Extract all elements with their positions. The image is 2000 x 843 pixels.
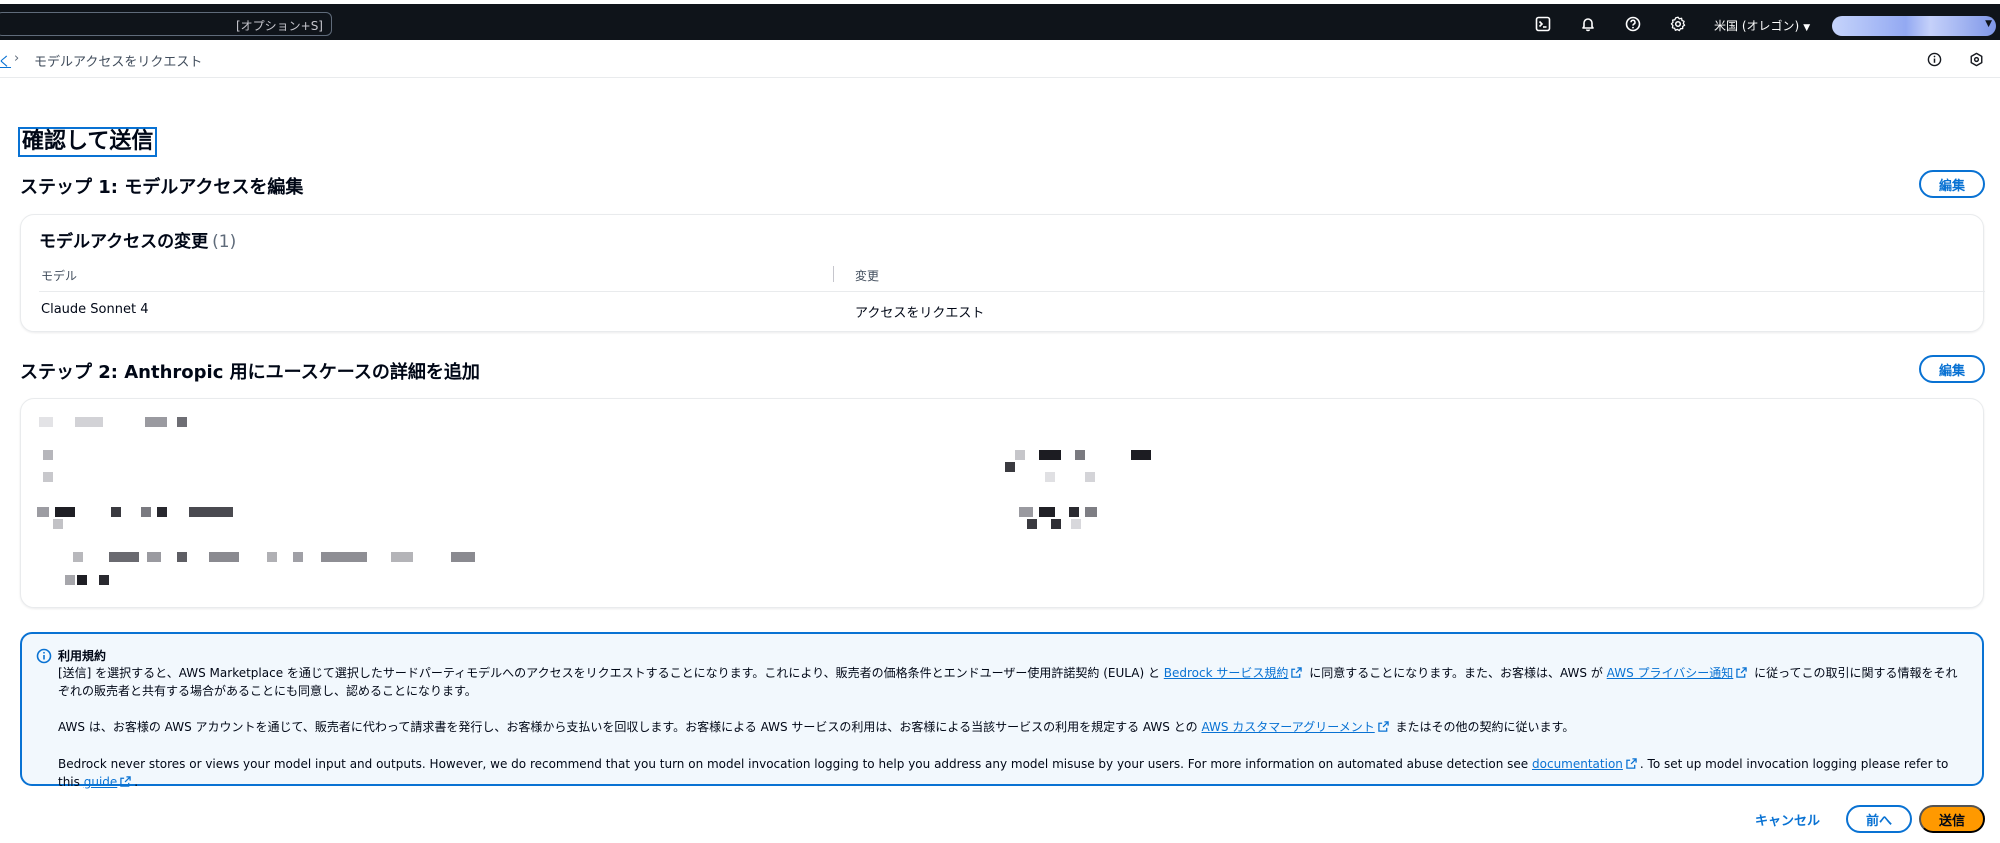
terms-p3-text-c: . — [134, 775, 139, 789]
gear-hexagon-icon[interactable] — [1966, 49, 1986, 69]
terms-paragraph-3: Bedrock never stores or views your model… — [58, 755, 1958, 791]
table-divider — [39, 291, 1985, 292]
terms-paragraph-1: [送信] を選択すると、AWS Marketplace を通じて選択したサードパ… — [58, 664, 1958, 700]
terms-p2-text-a: AWS は、お客様の AWS アカウントを通じて、販売者に代わって請求書を発行し… — [58, 720, 1202, 734]
table-cell-model: Claude Sonnet 4 — [41, 302, 149, 317]
terms-paragraph-2: AWS は、お客様の AWS アカウントを通じて、販売者に代わって請求書を発行し… — [58, 718, 1958, 736]
guide-link[interactable]: guide — [84, 775, 118, 789]
table-cell-change: アクセスをリクエスト — [855, 306, 985, 321]
terms-alert: 利用規約 [送信] を選択すると、AWS Marketplace を通じて選択し… — [20, 632, 1984, 789]
region-label: 米国 (オレゴン) — [1714, 19, 1800, 33]
breadcrumb-parent-link[interactable]: く — [0, 51, 11, 70]
search-input[interactable]: [オプション+S] — [0, 12, 332, 36]
card-count: (1) — [212, 232, 237, 252]
external-link-icon — [1736, 667, 1748, 678]
step1-title: ステップ 1: モデルアクセスを編集 — [20, 177, 304, 198]
terms-p1-text-b: に同意することになります。また、お客様は、AWS が — [1305, 666, 1607, 680]
bedrock-service-terms-link[interactable]: Bedrock サービス規約 — [1164, 666, 1289, 680]
submit-button[interactable]: 送信 — [1919, 805, 1985, 833]
external-link-icon — [1626, 758, 1637, 769]
use-case-details-card — [20, 398, 1984, 608]
documentation-link[interactable]: documentation — [1532, 757, 1623, 771]
redacted-content — [21, 399, 1985, 609]
aws-customer-agreement-link[interactable]: AWS カスタマーアグリーメント — [1201, 720, 1374, 734]
terms-p3-text-a: Bedrock never stores or views your model… — [58, 757, 1533, 771]
caret-down-icon: ▼ — [1985, 19, 1992, 29]
cancel-button[interactable]: キャンセル — [1755, 810, 1820, 829]
external-link-icon — [1291, 667, 1303, 678]
card-title-text: モデルアクセスの変更 — [39, 232, 209, 252]
step2-edit-button[interactable]: 編集 — [1919, 355, 1985, 383]
card-title: モデルアクセスの変更 (1) — [39, 227, 236, 252]
previous-button[interactable]: 前へ — [1846, 805, 1912, 833]
cloudshell-icon[interactable] — [1533, 14, 1553, 34]
column-divider — [833, 266, 834, 282]
terms-heading: 利用規約 — [58, 649, 107, 663]
bell-icon[interactable] — [1578, 14, 1598, 34]
terms-p2-text-b: またはその他の契約に従います。 — [1391, 720, 1575, 734]
caret-down-icon: ▼ — [1803, 23, 1811, 33]
region-selector[interactable]: 米国 (オレゴン) ▼ — [1714, 17, 1810, 34]
help-icon[interactable] — [1623, 14, 1643, 34]
step1-edit-button[interactable]: 編集 — [1919, 170, 1985, 198]
breadcrumb-current: モデルアクセスをリクエスト — [34, 55, 203, 70]
terms-p1-text-a: [送信] を選択すると、AWS Marketplace を通じて選択したサードパ… — [58, 666, 1164, 680]
account-menu[interactable]: ▼ — [1832, 16, 1996, 36]
step2-title: ステップ 2: Anthropic 用にユースケースの詳細を追加 — [20, 362, 480, 383]
search-shortcut-hint: [オプション+S] — [235, 19, 323, 33]
breadcrumb: く › モデルアクセスをリクエスト — [0, 40, 2000, 78]
page-title: 確認して送信 — [18, 127, 158, 157]
column-header-change: 変更 — [855, 269, 880, 283]
column-header-model: モデル — [41, 269, 78, 283]
chevron-right-icon: › — [14, 51, 20, 66]
external-link-icon — [1378, 721, 1389, 732]
info-icon — [36, 648, 52, 664]
aws-privacy-notice-link[interactable]: AWS プライバシー通知 — [1607, 666, 1734, 680]
settings-icon[interactable] — [1668, 14, 1688, 34]
model-access-changes-card: モデルアクセスの変更 (1) モデル 変更 Claude Sonnet 4 アクセ… — [20, 214, 1985, 332]
info-icon[interactable] — [1924, 49, 1944, 69]
external-link-icon — [120, 776, 132, 787]
top-navigation: [オプション+S] 米国 (オレゴン) ▼ ▼ — [0, 0, 2000, 40]
